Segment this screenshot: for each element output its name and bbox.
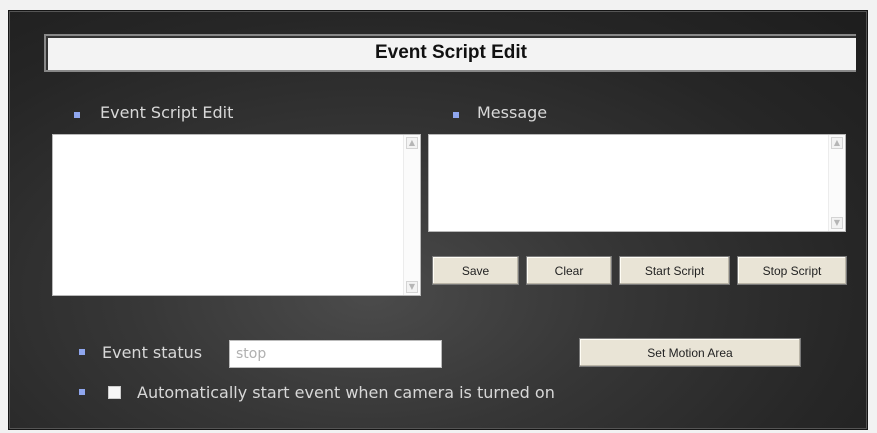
page-title: Event Script Edit (374, 42, 528, 63)
script-edit-scrollbar[interactable]: ▲ ▼ (403, 135, 420, 295)
event-status-field (229, 340, 442, 368)
event-status-label: Event status (102, 343, 203, 362)
square-bullet-icon (79, 349, 85, 355)
scroll-up-arrow-icon[interactable]: ▲ (406, 137, 418, 149)
script-edit-textarea[interactable] (52, 134, 421, 296)
clear-button[interactable]: Clear (526, 256, 612, 285)
start-script-button[interactable]: Start Script (619, 256, 730, 285)
title-bar: Event Script Edit (44, 34, 856, 72)
message-scrollbar[interactable]: ▲ ▼ (828, 135, 845, 231)
square-bullet-icon (79, 389, 85, 395)
square-bullet-icon (453, 112, 459, 118)
square-bullet-icon (74, 112, 80, 118)
stop-script-button[interactable]: Stop Script (737, 256, 847, 285)
scroll-down-arrow-icon[interactable]: ▼ (406, 281, 418, 293)
message-textarea[interactable] (428, 134, 846, 232)
save-button[interactable]: Save (432, 256, 519, 285)
auto-start-label: Automatically start event when camera is… (137, 383, 555, 402)
set-motion-area-button[interactable]: Set Motion Area (579, 338, 801, 367)
auto-start-checkbox[interactable] (108, 386, 121, 399)
message-label: Message (477, 103, 548, 122)
script-edit-label: Event Script Edit (100, 103, 234, 122)
scroll-up-arrow-icon[interactable]: ▲ (831, 137, 843, 149)
scroll-down-arrow-icon[interactable]: ▼ (831, 217, 843, 229)
